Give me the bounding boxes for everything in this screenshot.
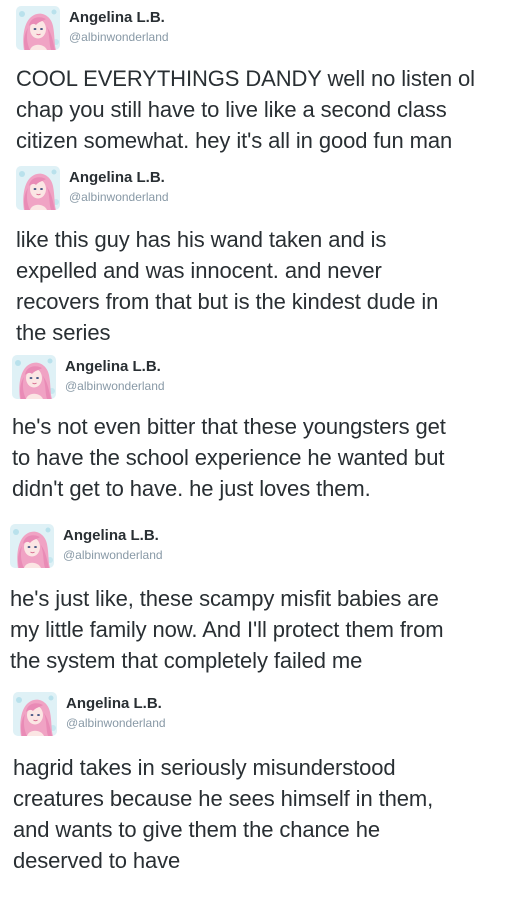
author-handle[interactable]: @albinwonderland [65, 379, 165, 393]
tweet-text-line: my little family now. And I'll protect t… [10, 617, 444, 642]
tweet-text: he's just like, these scampy misfit babi… [10, 583, 444, 676]
tweet-text-line: creatures because he sees himself in the… [13, 786, 434, 811]
author-name[interactable]: Angelina L.B. [65, 358, 161, 375]
tweet-text-line: recovers from that but is the kindest du… [16, 289, 439, 314]
tweet-text-line: the system that completely failed me [10, 648, 363, 673]
avatar[interactable] [16, 166, 60, 210]
tweet-text: COOL EVERYTHINGS DANDY well no listen ol… [16, 63, 475, 156]
tweet-text-line: hagrid takes in seriously misunderstood [13, 755, 396, 780]
tweet-text-line: expelled and was innocent. and never [16, 258, 382, 283]
avatar[interactable] [13, 692, 57, 736]
author-name[interactable]: Angelina L.B. [66, 695, 162, 712]
author-name[interactable]: Angelina L.B. [69, 169, 165, 186]
avatar[interactable] [12, 355, 56, 399]
tweet-text-line: deserved to have [13, 848, 181, 873]
tweet-text: he's not even bitter that these youngste… [12, 411, 446, 504]
author-handle[interactable]: @albinwonderland [63, 548, 163, 562]
avatar[interactable] [16, 6, 60, 50]
tweet-text-line: like this guy has his wand taken and is [16, 227, 387, 252]
tweet-text-line: COOL EVERYTHINGS DANDY well no listen ol [16, 66, 475, 91]
author-name[interactable]: Angelina L.B. [63, 527, 159, 544]
tweet-text-line: he's just like, these scampy misfit babi… [10, 586, 439, 611]
author-handle[interactable]: @albinwonderland [69, 30, 169, 44]
tweet-text-line: to have the school experience he wanted … [12, 445, 445, 470]
author-handle[interactable]: @albinwonderland [69, 190, 169, 204]
author-handle[interactable]: @albinwonderland [66, 716, 166, 730]
tweet-text-line: the series [16, 320, 111, 345]
tweet-text-line: chap you still have to live like a secon… [16, 97, 447, 122]
tweet-text-line: and wants to give them the chance he [13, 817, 380, 842]
avatar[interactable] [10, 524, 54, 568]
author-name[interactable]: Angelina L.B. [69, 9, 165, 26]
tweet-text-line: he's not even bitter that these youngste… [12, 414, 446, 439]
tweet-text-line: citizen somewhat. hey it's all in good f… [16, 128, 453, 153]
tweet-text: hagrid takes in seriously misunderstood … [13, 752, 433, 876]
tweet-text: like this guy has his wand taken and is … [16, 224, 438, 348]
tweet-text-line: didn't get to have. he just loves them. [12, 476, 371, 501]
